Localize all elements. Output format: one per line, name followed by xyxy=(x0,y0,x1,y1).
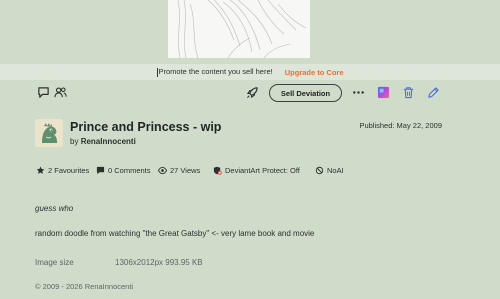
upgrade-to-core-link[interactable]: Upgrade to Core xyxy=(285,68,344,77)
artwork-preview[interactable] xyxy=(168,0,310,58)
rocket-icon[interactable] xyxy=(246,86,259,99)
image-size-value: 1306x2012px 993.95 KB xyxy=(115,258,203,267)
edit-icon[interactable] xyxy=(427,86,440,99)
sell-deviation-button[interactable]: Sell Deviation xyxy=(269,84,342,102)
protect-status: DeviantArt Protect: Off xyxy=(225,166,300,175)
action-toolbar: Sell Deviation xyxy=(0,84,500,102)
author-avatar[interactable] xyxy=(35,119,63,147)
star-icon xyxy=(36,166,45,174)
copyright: © 2009 - 2026 RenaInnocenti xyxy=(35,282,134,291)
promo-text: Promote the content you sell here! xyxy=(158,67,273,77)
watchers-icon[interactable] xyxy=(54,86,67,99)
description-text: random doodle from watching "the Great G… xyxy=(35,229,315,238)
gallery-icon[interactable] xyxy=(377,86,390,99)
byline: by RenaInnocenti xyxy=(70,137,136,146)
image-size-label: Image size xyxy=(35,258,74,267)
favourites-count: 2 Favourites xyxy=(48,166,90,175)
description-italic: guess who xyxy=(35,204,74,213)
comments-count: 0 Comments xyxy=(108,166,151,175)
author-link[interactable]: RenaInnocenti xyxy=(81,137,136,146)
comment-icon[interactable] xyxy=(37,86,50,99)
views-stat: 27 Views xyxy=(158,166,200,175)
protect-stat[interactable]: DeviantArt Protect: Off xyxy=(213,166,300,175)
comment-bubble-icon xyxy=(96,166,105,175)
text-cursor xyxy=(156,67,158,77)
favourites-stat[interactable]: 2 Favourites xyxy=(36,166,89,175)
sketch-image xyxy=(168,0,310,58)
eye-icon xyxy=(158,166,167,175)
noai-stat[interactable]: NoAI xyxy=(315,166,344,175)
byline-prefix: by xyxy=(70,137,79,146)
views-count: 27 Views xyxy=(170,166,201,175)
noai-label: NoAI xyxy=(327,166,344,175)
promo-banner: Promote the content you sell here! Upgra… xyxy=(0,64,500,80)
more-icon[interactable] xyxy=(352,86,365,99)
comments-stat[interactable]: 0 Comments xyxy=(96,166,151,175)
deviation-page: Promote the content you sell here! Upgra… xyxy=(0,0,500,299)
promo-text-wrap[interactable]: Promote the content you sell here! xyxy=(156,67,273,77)
noai-icon xyxy=(315,166,324,175)
published-date: Published: May 22, 2009 xyxy=(359,121,442,130)
shield-icon xyxy=(213,166,222,175)
deviation-title: Prince and Princess - wip xyxy=(70,120,222,134)
delete-icon[interactable] xyxy=(402,86,415,99)
